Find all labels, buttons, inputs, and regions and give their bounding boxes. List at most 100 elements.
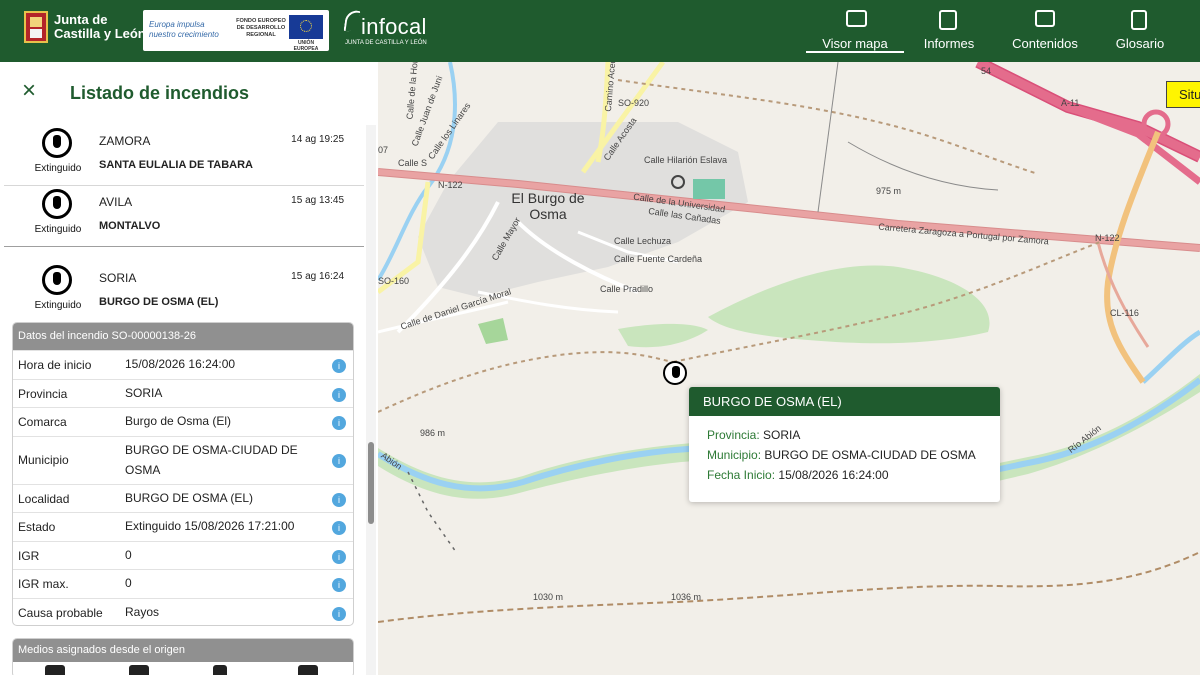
popup-key: Fecha Inicio:	[707, 468, 776, 482]
eu-flag-icon	[289, 15, 323, 39]
fire-province: ZAMORA	[99, 134, 151, 148]
map-street-label: Calle Pradillo	[600, 284, 654, 294]
map-elevation-label: 1030 m	[533, 592, 564, 602]
map-label-fragment: 07	[378, 145, 389, 155]
infocal-word: infocal	[361, 14, 427, 39]
detail-key: Localidad	[18, 491, 70, 506]
detail-row: Hora de inicio 15/08/2026 16:24:00 i	[13, 350, 353, 379]
info-icon[interactable]: i	[332, 416, 346, 430]
map-icon	[846, 10, 867, 27]
fire-province: SORIA	[99, 271, 137, 285]
info-icon[interactable]: i	[332, 492, 346, 507]
map-road-label: N-122	[1095, 233, 1120, 243]
map-street-label: Calle Fuente Cardeña	[614, 254, 703, 264]
eu-stars	[300, 20, 312, 32]
nav-visor-mapa[interactable]: Visor mapa	[806, 0, 904, 62]
fire-municipality: SANTA EULALIA DE TABARA	[99, 159, 253, 171]
detail-value: Extinguido 15/08/2026 17:21:00	[125, 519, 295, 533]
detail-row: Comarca Burgo de Osma (El) i	[13, 407, 353, 436]
assigned-resources-section: Medios asignados desde el origen	[12, 638, 354, 675]
detail-row: Causa probable Rayos i	[13, 597, 353, 626]
eu-flag-label: UNIÓN EUROPEA	[293, 40, 319, 52]
popup-value: BURGO DE OSMA-CIUDAD DE OSMA	[764, 448, 976, 462]
fire-list-item-selected[interactable]: Extinguido SORIA BURGO DE OSMA (EL) 15 a…	[4, 262, 364, 318]
map-road-label: A-11	[1061, 98, 1080, 108]
truck-icon[interactable]	[129, 665, 149, 675]
close-icon[interactable]: ×	[19, 79, 39, 103]
nav-glosario-label: Glosario	[1115, 36, 1165, 51]
fire-time: 15 ag 13:45	[291, 195, 344, 206]
popup-value: 15/08/2026 16:24:00	[778, 468, 889, 482]
popup-key: Provincia:	[707, 428, 760, 442]
map-elevation-label: 986 m	[420, 428, 446, 438]
nav-visor-mapa-label: Visor mapa	[822, 36, 888, 51]
fire-popup: BURGO DE OSMA (EL) Provincia: SORIA Muni…	[689, 387, 1000, 502]
detail-value: BURGO DE OSMA-CIUDAD DE OSMA	[125, 442, 298, 477]
detail-key: Provincia	[18, 386, 68, 401]
popup-row: Municipio: BURGO DE OSMA-CIUDAD DE OSMA	[707, 448, 1000, 468]
jcyl-logo[interactable]: Junta de Castilla y León	[24, 11, 146, 43]
fire-details-table: Datos del incendio SO-00000138-26 Hora d…	[12, 322, 354, 626]
glossary-icon	[1131, 10, 1147, 30]
map-street-label: Calle Lechuza	[614, 236, 672, 246]
popup-title: BURGO DE OSMA (EL)	[689, 387, 1000, 416]
brigade-icon[interactable]	[45, 665, 65, 675]
fire-list-item[interactable]: Extinguido AVILA MONTALVO 15 ag 13:45	[4, 186, 364, 247]
fire-municipality: BURGO DE OSMA (EL)	[99, 296, 219, 308]
jcyl-name-line2: Castilla y León	[54, 26, 146, 41]
top-bar: Junta de Castilla y León Europa impulsa n…	[0, 0, 1200, 62]
fire-icon	[42, 128, 72, 158]
nav-contenidos[interactable]: Contenidos	[1004, 0, 1086, 62]
report-icon	[939, 10, 957, 30]
fire-status: Extinguido	[34, 163, 82, 174]
eu-slogan-line2: nuestro crecimiento	[149, 30, 219, 39]
panel-scrollbar-thumb[interactable]	[368, 442, 374, 524]
infocal-subtitle: JUNTA DE CASTILLA Y LEÓN	[345, 40, 427, 46]
fire-time: 14 ag 19:25	[291, 134, 344, 145]
machinery-icon[interactable]	[298, 665, 318, 675]
map-street-label: Calle Hilarión Eslava	[644, 155, 728, 165]
tool-icon[interactable]	[213, 665, 227, 675]
detail-row: Municipio BURGO DE OSMA-CIUDAD DE OSMA i	[13, 435, 353, 484]
info-icon[interactable]: i	[332, 453, 346, 468]
info-icon[interactable]: i	[332, 549, 346, 564]
fire-list-item[interactable]: Extinguido ZAMORA SANTA EULALIA DE TABAR…	[4, 125, 364, 186]
eu-slogan: Europa impulsa nuestro crecimiento	[149, 20, 219, 40]
detail-key: Comarca	[18, 415, 67, 429]
panel-scrollbar-track[interactable]	[366, 125, 376, 675]
popup-value: SORIA	[763, 428, 801, 442]
fire-time: 15 ag 16:24	[291, 271, 344, 282]
jcyl-name-line1: Junta de	[54, 12, 108, 27]
info-icon[interactable]: i	[332, 606, 346, 621]
detail-key: Municipio	[18, 452, 69, 467]
map-elevation-label: 1036 m	[671, 592, 702, 602]
detail-row: IGR max. 0 i	[13, 569, 353, 598]
fire-status: Extinguido	[34, 224, 82, 235]
eu-slogan-line1: Europa impulsa	[149, 20, 205, 29]
info-icon[interactable]: i	[332, 521, 346, 535]
info-icon[interactable]: i	[332, 359, 346, 373]
assigned-resources-title: Medios asignados desde el origen	[13, 639, 353, 662]
detail-row: Provincia SORIA i	[13, 378, 353, 408]
map-street-label: Calle S	[398, 158, 428, 168]
feder-text: FONDO EUROPEO DE DESARROLLO REGIONAL	[236, 18, 286, 38]
map-road-label: N-122	[438, 180, 463, 190]
situation-button[interactable]: Situ	[1166, 81, 1200, 108]
detail-key: Estado	[18, 520, 56, 534]
map-road-label: SO-920	[618, 98, 650, 108]
nav-informes[interactable]: Informes	[914, 0, 984, 62]
nav-glosario[interactable]: Glosario	[1108, 0, 1172, 62]
flame-icon	[343, 9, 361, 33]
detail-key: IGR	[18, 548, 40, 563]
nav-informes-label: Informes	[923, 36, 975, 51]
fire-municipality: MONTALVO	[99, 220, 161, 232]
info-icon[interactable]: i	[332, 578, 346, 592]
map-fire-marker-icon[interactable]	[663, 361, 687, 385]
map-viewer[interactable]: N-122 SO-920 Calle Acosta Calle Hilarión…	[378, 62, 1200, 675]
fire-province: AVILA	[99, 195, 133, 209]
fire-icon	[42, 189, 72, 219]
map-base	[378, 62, 1200, 623]
info-icon[interactable]: i	[332, 387, 346, 402]
map-road-label: CL-116	[1110, 308, 1139, 318]
detail-value: SORIA	[125, 385, 163, 400]
